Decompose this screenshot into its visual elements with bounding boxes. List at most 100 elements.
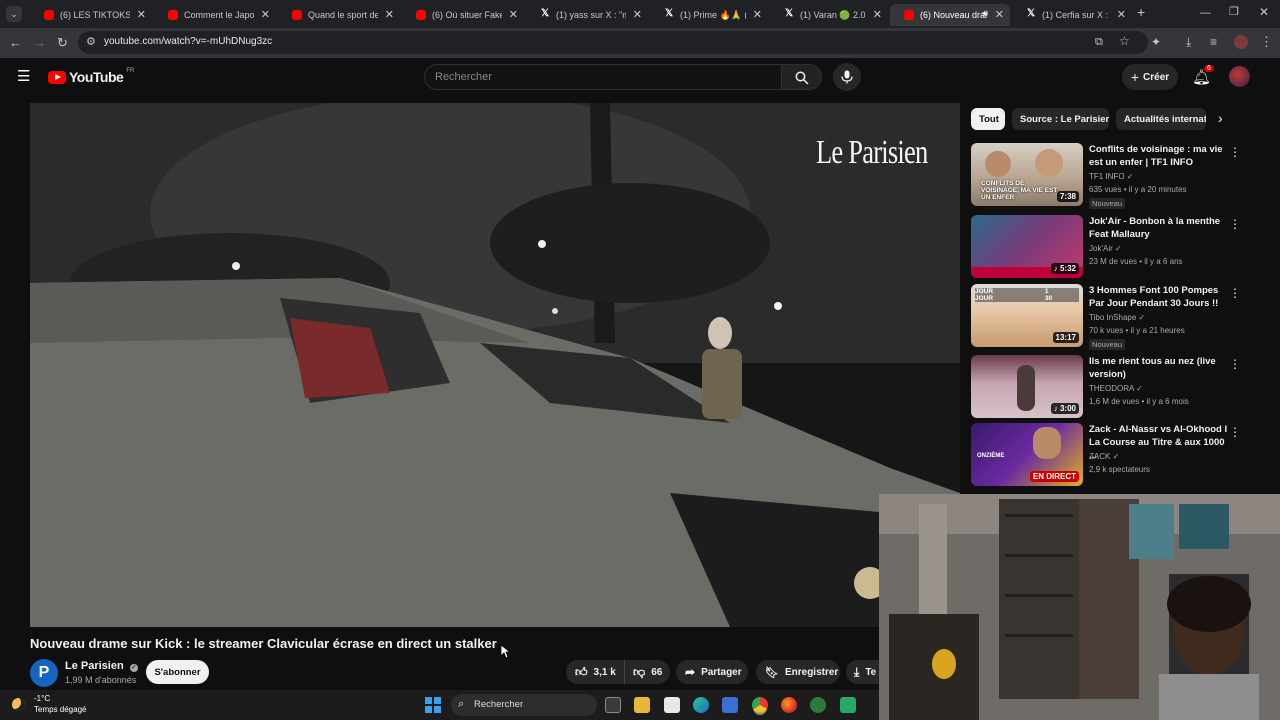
close-tab-icon[interactable]: ✕ (873, 8, 882, 21)
browser-tab[interactable]: 𝕏 (1) Varan 🟢 2.0cr su ✕ (770, 4, 888, 26)
close-tab-icon[interactable]: ✕ (509, 8, 518, 21)
chrome-icon[interactable] (752, 697, 768, 713)
address-bar[interactable]: ⚙ youtube.com/watch?v=-mUhDNug3zc ⧉ ☆ (78, 31, 1148, 54)
close-tab-icon[interactable]: ✕ (995, 8, 1004, 21)
store-icon[interactable] (722, 697, 738, 713)
notifications-button[interactable]: 🔔︎ 6 (1192, 65, 1214, 88)
downloads-icon[interactable]: ⤓ (1186, 36, 1191, 49)
minimize-window-button[interactable]: — (1200, 7, 1211, 20)
close-tab-icon[interactable]: ✕ (753, 8, 762, 21)
app-icon[interactable] (810, 697, 826, 713)
edge-icon[interactable] (693, 697, 709, 713)
dislike-button[interactable]: 👎︎ 66 (624, 660, 670, 684)
account-avatar[interactable] (1229, 66, 1250, 87)
new-tab-button[interactable]: + (1137, 5, 1145, 19)
back-icon[interactable]: ← (9, 36, 22, 49)
tab-title: (1) Cerfia sur X : "us.e (1042, 10, 1110, 20)
subscriber-count: 1,99 M d'abonnés (65, 675, 137, 685)
search-icon: ⌕ (458, 698, 465, 710)
search-input[interactable]: Rechercher (424, 64, 782, 90)
video-player[interactable] (30, 103, 960, 627)
taskbar-search[interactable]: ⌕ Rechercher (451, 694, 597, 716)
video-duration: ♪ 5:32 (1050, 263, 1079, 274)
recommendation-title: Conflits de voisinage : ma vie est un en… (1089, 144, 1223, 168)
browser-tab[interactable]: 𝕏 (1) Cerfia sur X : "us.e ✕ (1012, 4, 1132, 26)
chip-source[interactable]: Source : Le Parisien (1012, 108, 1109, 130)
hamburger-menu-icon[interactable]: ☰ (17, 69, 30, 84)
windows-logo-icon (425, 697, 432, 704)
close-tab-icon[interactable]: ✕ (1117, 8, 1126, 21)
restore-window-button[interactable]: ❐ (1229, 6, 1239, 19)
youtube-logo[interactable]: YouTube FR (48, 68, 134, 85)
taskbar-search-label: Rechercher (474, 699, 524, 710)
more-options-icon[interactable]: ⋮ (1229, 217, 1241, 231)
close-tab-icon[interactable]: ✕ (261, 8, 270, 21)
channel-avatar[interactable]: P (30, 659, 58, 687)
close-tab-icon[interactable]: ✕ (137, 8, 146, 21)
extensions-icon[interactable]: ✦ (1151, 36, 1161, 49)
thumbnail-caption: ONZIÈME (977, 453, 1005, 459)
verified-icon: ✓ (1112, 452, 1120, 461)
profile-icon[interactable] (1234, 35, 1248, 49)
close-tab-icon[interactable]: ✕ (385, 8, 394, 21)
reload-icon[interactable]: ↻ (57, 36, 68, 49)
recommendation-item[interactable]: ♪ 5:32 Jok'Air - Bonbon à la menthe Feat… (971, 215, 1251, 281)
forward-icon[interactable]: → (33, 36, 46, 49)
notepad-icon[interactable] (664, 697, 680, 713)
like-button[interactable]: 👍︎ 3,1 k (566, 660, 624, 684)
recommendation-channel: THEODORA ✓ (1089, 384, 1143, 393)
create-button[interactable]: + Créer (1122, 64, 1178, 90)
channel-name-text: Le Parisien (65, 660, 124, 672)
weather-temperature: -1°C (34, 694, 51, 703)
search-button[interactable] (782, 64, 822, 90)
tab-list-dropdown-icon[interactable]: ⌄ (6, 6, 22, 22)
recommendation-item[interactable]: JOUR 1 JOUR 30 13:17 3 Hommes Font 100 P… (971, 284, 1251, 350)
browser-menu-icon[interactable]: ⋮ (1260, 35, 1273, 48)
more-options-icon[interactable]: ⋮ (1229, 145, 1241, 159)
subscribe-button[interactable]: S'abonner (146, 660, 209, 684)
share-button[interactable]: ➦ Partager (676, 660, 748, 684)
youtube-wordmark: YouTube (69, 69, 124, 85)
task-view-icon[interactable] (605, 697, 621, 713)
close-window-button[interactable]: ✕ (1259, 6, 1269, 19)
browser-toolbar: ← → ↻ ⚙ youtube.com/watch?v=-mUhDNug3zc … (0, 28, 1280, 58)
tab-audio-icon[interactable]: 🔊︎ (982, 8, 988, 19)
chip-news[interactable]: Actualités internati (1116, 108, 1206, 130)
browser-tab[interactable]: (6) LES TIKTOKS DES ✕ (30, 4, 152, 26)
media-controls-icon[interactable]: ≡ (1210, 36, 1217, 49)
chevron-right-icon[interactable]: › (1218, 111, 1223, 125)
channel-name[interactable]: Le Parisien ✓ (65, 660, 138, 672)
browser-tab[interactable]: 𝕏 (1) Prime 🔥🙏 (@Pr ✕ (650, 4, 768, 26)
save-button[interactable]: 🔖︎ Enregistrer (756, 660, 840, 684)
thumbnail-caption: JOUR 1 JOUR 30 (975, 288, 1079, 302)
recommendation-item[interactable]: ♪ 3:00 Ils me rient tous au nez (live ve… (971, 355, 1251, 421)
video-duration: 7:38 (1056, 191, 1079, 202)
browser-tab[interactable]: (6) Nouveau dram 🔊︎ ✕ (890, 4, 1010, 26)
game-launcher-icon[interactable] (840, 697, 856, 713)
recommendation-item[interactable]: CONFLITS DE VOISINAGE, MA VIE EST UN ENF… (971, 143, 1251, 209)
install-app-icon[interactable]: ⧉ (1095, 36, 1103, 49)
more-options-icon[interactable]: ⋮ (1229, 425, 1241, 439)
browser-tab[interactable]: (6) Où situer Faker pa ✕ (402, 4, 524, 26)
browser-tab[interactable]: 𝕏 (1) yass sur X : "maev ✕ (526, 4, 648, 26)
close-tab-icon[interactable]: ✕ (633, 8, 642, 21)
firefox-icon[interactable] (781, 697, 797, 713)
more-options-icon[interactable]: ⋮ (1229, 357, 1241, 371)
x-icon: 𝕏 (784, 8, 794, 19)
youtube-icon (44, 10, 54, 20)
browser-tab[interactable]: Comment le Japon a ✕ (154, 4, 276, 26)
like-count: 3,1 k (593, 666, 616, 678)
more-options-icon[interactable]: ⋮ (1229, 286, 1241, 300)
recommendation-item[interactable]: ONZIÈME EN DIRECT Zack - Al-Nassr vs Al-… (971, 423, 1251, 489)
browser-tab[interactable]: Quand le sport devie ✕ (278, 4, 400, 26)
site-info-icon[interactable]: ⚙ (86, 36, 96, 49)
bookmark-star-icon[interactable]: ☆ (1119, 35, 1130, 48)
weather-icon[interactable] (12, 698, 25, 711)
recommendation-channel: Jok'Air ✓ (1089, 244, 1122, 253)
start-button[interactable] (425, 697, 441, 713)
search-placeholder: Rechercher (435, 71, 492, 83)
chip-all[interactable]: Tout (971, 108, 1005, 130)
file-explorer-icon[interactable] (634, 697, 650, 713)
download-button[interactable]: ⤓ Te (846, 660, 879, 684)
voice-search-button[interactable] (833, 63, 861, 91)
